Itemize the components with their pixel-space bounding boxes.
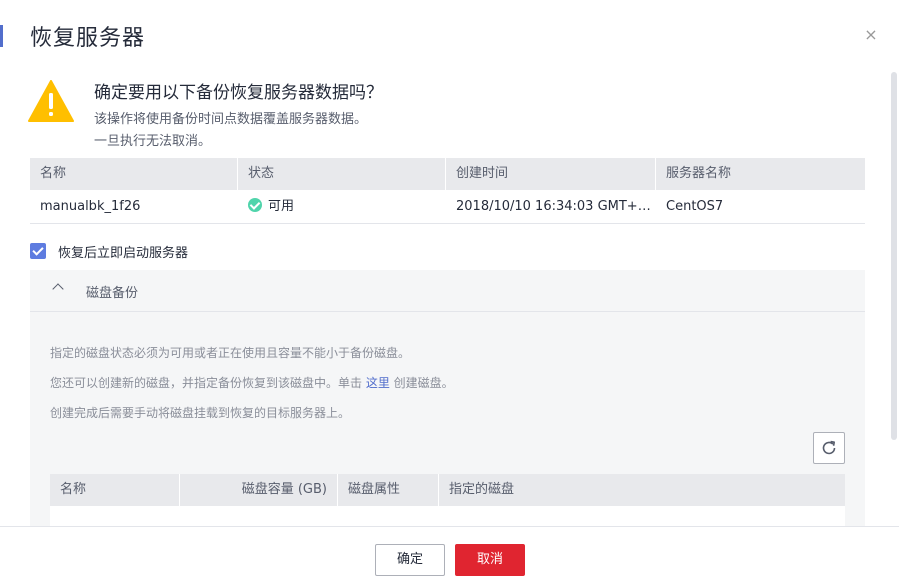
- cancel-button[interactable]: 取消: [455, 544, 525, 576]
- warning-title: 确定要用以下备份恢复服务器数据吗？: [94, 83, 383, 103]
- confirm-button[interactable]: 确定: [375, 544, 445, 576]
- column-header-target-disk: 指定的磁盘: [449, 482, 515, 497]
- scrollbar[interactable]: [891, 72, 897, 440]
- dialog-header: 恢复服务器 ×: [0, 18, 899, 54]
- warning-section: 确定要用以下备份恢复服务器数据吗？ 该操作将使用备份时间点数据覆盖服务器数据。 …: [28, 76, 868, 156]
- refresh-icon: [822, 440, 836, 455]
- disk-table: 名称 磁盘容量 (GB) 磁盘属性 指定的磁盘: [50, 474, 845, 526]
- warning-line-2: 一旦执行无法取消。: [94, 134, 212, 149]
- disk-note-1: 指定的磁盘状态必须为可用或者正在使用且容量不能小于备份磁盘。: [50, 346, 411, 360]
- table-row: manualbk_1f26 可用 2018/10/10 16:34:03 GMT…: [30, 190, 865, 224]
- disk-table-header: 名称 磁盘容量 (GB) 磁盘属性 指定的磁盘: [50, 474, 845, 506]
- refresh-button[interactable]: [813, 432, 845, 464]
- column-header-status: 状态: [238, 158, 446, 190]
- backup-server-name: CentOS7: [666, 199, 724, 214]
- restore-server-dialog: 恢复服务器 × 确定要用以下备份恢复服务器数据吗？ 该操作将使用备份时间点数据覆…: [0, 0, 899, 582]
- check-circle-icon: [248, 198, 262, 212]
- column-header-name: 名称: [30, 158, 238, 190]
- chevron-up-icon[interactable]: [52, 283, 64, 295]
- column-header-disk-capacity: 磁盘容量 (GB): [180, 474, 338, 506]
- column-header-disk-attribute: 磁盘属性: [338, 474, 439, 506]
- disk-table-body: [50, 506, 845, 526]
- close-icon[interactable]: ×: [860, 24, 882, 46]
- backup-created-time: 2018/10/10 16:34:03 GMT+…: [456, 199, 651, 214]
- start-after-restore-label[interactable]: 恢复后立即启动服务器: [58, 242, 188, 261]
- column-header-server: 服务器名称: [666, 166, 732, 181]
- title-accent-bar: [0, 25, 3, 47]
- dialog-body[interactable]: 确定要用以下备份恢复服务器数据吗？ 该操作将使用备份时间点数据覆盖服务器数据。 …: [0, 68, 899, 526]
- dialog-title: 恢复服务器: [30, 26, 146, 51]
- disk-note-2: 您还可以创建新的磁盘，并指定备份恢复到该磁盘中。单击 这里 创建磁盘。: [50, 374, 454, 391]
- backup-status: 可用: [238, 190, 446, 223]
- status-text: 可用: [268, 199, 295, 214]
- disk-backup-panel: 磁盘备份 指定的磁盘状态必须为可用或者正在使用且容量不能小于备份磁盘。 您还可以…: [30, 270, 865, 526]
- backup-table-header: 名称 状态 创建时间 服务器名称: [30, 158, 865, 190]
- disk-note-2-suffix: 创建磁盘。: [389, 376, 454, 390]
- backup-name: manualbk_1f26: [40, 199, 141, 214]
- warning-triangle-icon: [28, 80, 74, 122]
- backup-table: 名称 状态 创建时间 服务器名称 manualbk_1f26 可用 2018/1…: [30, 158, 865, 224]
- column-header-disk-name: 名称: [50, 474, 180, 506]
- disk-backup-header[interactable]: 磁盘备份: [30, 270, 865, 312]
- disk-note-3: 创建完成后需要手动将磁盘挂载到恢复的目标服务器上。: [50, 406, 351, 420]
- column-header-created: 创建时间: [446, 158, 656, 190]
- warning-line-1: 该操作将使用备份时间点数据覆盖服务器数据。: [94, 112, 368, 127]
- disk-backup-title: 磁盘备份: [86, 286, 139, 301]
- start-after-restore-checkbox[interactable]: [30, 243, 46, 259]
- create-disk-link[interactable]: 这里: [366, 376, 390, 390]
- dialog-footer: 确定 取消: [0, 526, 899, 582]
- disk-note-2-text: 您还可以创建新的磁盘，并指定备份恢复到该磁盘中。单击: [50, 376, 366, 390]
